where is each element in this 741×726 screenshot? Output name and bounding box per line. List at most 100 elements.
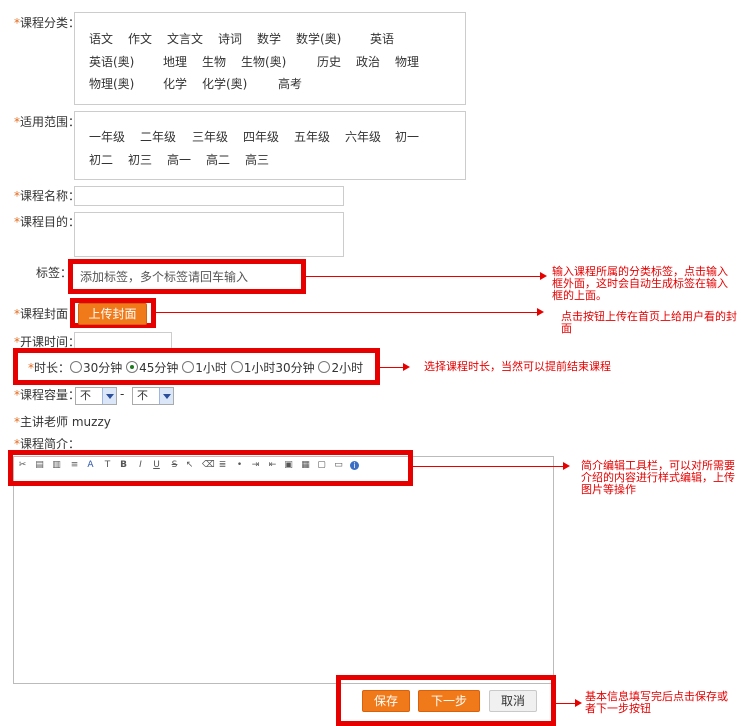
list-icon[interactable]: ≣ [218, 461, 227, 470]
capacity-separator: - [120, 387, 125, 401]
arrowhead-icon [540, 272, 547, 280]
tags-annotation: 输入课程所属的分类标签，点击输入框外面，这时会自动生成标签在输入框的上面。 [552, 265, 728, 302]
category-option[interactable]: 数学 [257, 30, 281, 47]
course-name-input[interactable] [74, 186, 344, 206]
scope-box: 一年级 二年级 三年级 四年级 五年级 六年级 初一 初二 初三 高一 高二 高… [74, 111, 466, 180]
category-box: 语文 作文 文言文 诗词 数学 数学(奥) 英语 英语(奥) 地理 生物 生物(… [74, 12, 466, 105]
category-option[interactable]: 语文 [89, 30, 113, 47]
image-icon[interactable]: ▣ [284, 461, 293, 470]
media-icon[interactable]: ▭ [334, 461, 343, 470]
preview-icon[interactable]: ▢ [317, 461, 326, 470]
scope-option[interactable]: 初三 [128, 151, 152, 168]
save-button[interactable]: 保存 [362, 690, 410, 712]
scope-option[interactable]: 五年级 [294, 128, 330, 145]
scope-option[interactable]: 三年级 [192, 128, 228, 145]
buttons-annotation: 基本信息填写完后点击保存或者下一步按钮 [585, 690, 728, 715]
category-option[interactable]: 英语(奥) [89, 53, 134, 70]
toolbar-annotation: 简介编辑工具栏，可以对所需要介绍的内容进行样式编辑，上传图片等操作 [581, 459, 735, 496]
category-option[interactable]: 诗词 [218, 30, 242, 47]
capacity-min-select[interactable]: 不 [75, 387, 117, 405]
duration-arrow [380, 367, 404, 368]
category-option[interactable]: 文言文 [167, 30, 203, 47]
scope-option[interactable]: 初一 [395, 128, 419, 145]
cover-annotation: 点击按钮上传在首页上给用户看的封面 [561, 310, 737, 335]
category-label: *课程分类： [14, 16, 81, 30]
category-option[interactable]: 物理(奥) [89, 75, 134, 92]
outdent-icon[interactable]: ⇤ [268, 461, 277, 470]
category-option[interactable]: 政治 [356, 53, 380, 70]
duration-option-label: 2小时 [331, 361, 364, 375]
category-option[interactable]: 历史 [317, 53, 341, 70]
category-option[interactable]: 数学(奥) [296, 30, 341, 47]
duration-option-label: 30分钟 [83, 361, 123, 375]
table-icon[interactable]: ▦ [301, 461, 310, 470]
course-name-label: *课程名称： [14, 189, 81, 203]
cancel-button[interactable]: 取消 [489, 690, 537, 712]
scope-option[interactable]: 二年级 [140, 128, 176, 145]
category-option[interactable]: 高考 [278, 75, 302, 92]
scope-option[interactable]: 高三 [245, 151, 269, 168]
italic-icon[interactable]: I [136, 461, 145, 470]
arrowhead-icon [537, 308, 544, 316]
duration-radio-120[interactable] [318, 361, 331, 373]
scope-option[interactable]: 初二 [89, 151, 113, 168]
chevron-down-icon [102, 388, 116, 404]
underline-icon[interactable]: U [152, 461, 161, 470]
arrowhead-icon [563, 462, 570, 470]
category-option[interactable]: 地理 [163, 53, 187, 70]
scope-label: *适用范围： [14, 115, 81, 129]
tags-label: 标签： [36, 266, 73, 280]
duration-group: *时长： 30分钟 45分钟 1小时 1小时30分钟 2小时 [28, 361, 364, 375]
category-option[interactable]: 作文 [128, 30, 152, 47]
next-step-button[interactable]: 下一步 [418, 690, 480, 712]
category-option[interactable]: 生物(奥) [241, 53, 286, 70]
duration-option-label: 1小时 [195, 361, 227, 375]
chevron-down-icon [159, 388, 173, 404]
duration-annotation: 选择课程时长，当然可以提前结束课程 [424, 360, 611, 373]
course-goal-label: *课程目的： [14, 215, 81, 229]
bold-icon[interactable]: B [119, 461, 128, 470]
buttons-arrow [556, 703, 576, 704]
paste-icon[interactable]: ▥ [52, 461, 61, 470]
align-icon[interactable]: ≡ [70, 461, 79, 470]
duration-option-label: 1小时30分钟 [243, 361, 315, 375]
teacher-value: muzzy [71, 415, 111, 429]
pointer-icon[interactable]: ↖ [185, 461, 194, 470]
indent-icon[interactable]: ⇥ [251, 461, 260, 470]
cut-icon[interactable]: ✂ [18, 461, 27, 470]
capacity-max-select[interactable]: 不 [132, 387, 174, 405]
teacher-label: *主讲老师 muzzy [14, 415, 111, 429]
duration-radio-60[interactable] [182, 361, 195, 373]
duration-radio-90[interactable] [230, 361, 243, 373]
arrowhead-icon [403, 363, 410, 371]
cover-arrow [156, 312, 538, 313]
cover-label: *课程封面 [14, 307, 69, 321]
info-icon[interactable]: i [350, 461, 359, 470]
eraser-icon[interactable]: ⌫ [202, 461, 215, 470]
category-option[interactable]: 英语 [370, 30, 394, 47]
strikethrough-icon[interactable]: S [170, 461, 179, 470]
arrowhead-icon [575, 699, 582, 707]
duration-radio-30[interactable] [70, 361, 83, 373]
scope-option[interactable]: 六年级 [345, 128, 381, 145]
category-option[interactable]: 生物 [202, 53, 226, 70]
tags-arrow [306, 276, 542, 277]
upload-cover-button[interactable]: 上传封面 [78, 303, 147, 325]
scope-option[interactable]: 高二 [206, 151, 230, 168]
toolbar-arrow [413, 466, 564, 467]
category-option[interactable]: 化学(奥) [202, 75, 247, 92]
tags-input[interactable]: 添加标签，多个标签请回车输入 [76, 266, 298, 288]
intro-editor[interactable] [13, 456, 554, 684]
copy-icon[interactable]: ▤ [35, 461, 44, 470]
font-size-icon[interactable]: T [103, 461, 112, 470]
bullet-list-icon[interactable]: • [235, 461, 244, 470]
category-option[interactable]: 物理 [395, 53, 419, 70]
scope-option[interactable]: 一年级 [89, 128, 125, 145]
font-color-icon[interactable]: A [86, 461, 95, 470]
scope-option[interactable]: 高一 [167, 151, 191, 168]
category-option[interactable]: 化学 [163, 75, 187, 92]
duration-radio-45[interactable] [126, 361, 139, 373]
scope-option[interactable]: 四年级 [243, 128, 279, 145]
duration-option-label: 45分钟 [139, 361, 179, 375]
course-goal-textarea[interactable] [74, 212, 344, 257]
